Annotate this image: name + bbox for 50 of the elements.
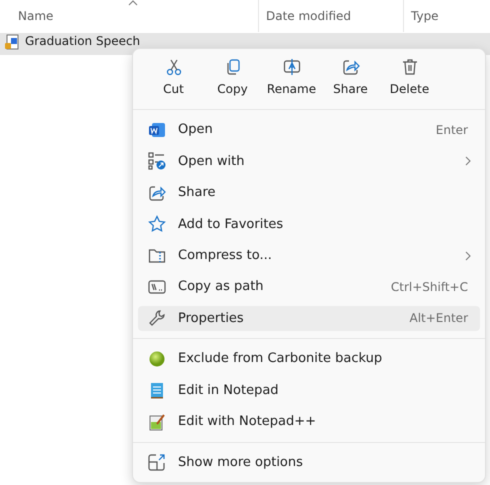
menu-item[interactable]: Add to Favorites xyxy=(138,211,480,237)
share-icon xyxy=(342,58,360,76)
menu-item-label: Edit in Notepad xyxy=(178,382,280,398)
menu-item-label: Show more options xyxy=(178,454,304,470)
path-icon xyxy=(148,278,166,296)
toolbar-button[interactable]: Share xyxy=(321,54,380,104)
word-document-icon xyxy=(148,120,166,139)
share-icon xyxy=(148,184,166,202)
menu-item[interactable]: Open Enter xyxy=(138,116,480,142)
menu-item[interactable]: Open with xyxy=(138,148,480,174)
delete-icon xyxy=(400,58,418,76)
menu-item[interactable]: Compress to... xyxy=(138,242,480,268)
open-with-icon xyxy=(148,152,166,170)
file-name: Graduation Speech xyxy=(25,34,140,48)
column-header[interactable]: Type xyxy=(403,0,490,32)
shortcut-text: Ctrl+Shift+C xyxy=(390,280,468,294)
menu-item[interactable]: Share xyxy=(138,180,480,206)
column-header[interactable]: Name xyxy=(0,0,258,32)
menu-item[interactable]: Exclude from Carbonite backup xyxy=(138,346,480,372)
menu-item-label: Exclude from Carbonite backup xyxy=(178,351,384,366)
toolbar-button[interactable]: Rename xyxy=(262,54,321,104)
menu-item[interactable]: Copy as path Ctrl+Shift+C xyxy=(138,274,480,300)
notepad-icon xyxy=(148,381,166,400)
menu-item[interactable]: Properties Alt+Enter xyxy=(138,306,480,332)
menu-item-label: Share xyxy=(178,185,217,200)
show-more-icon xyxy=(148,453,166,472)
column-header[interactable]: Date modified xyxy=(258,0,403,32)
toolbar-button[interactable]: Cut xyxy=(144,54,203,104)
menu-item-label: Open xyxy=(178,122,214,138)
star-icon xyxy=(148,215,166,234)
menu-item[interactable]: Edit with Notepad++ xyxy=(138,409,480,435)
wrench-icon xyxy=(148,309,166,328)
menu-item[interactable]: Edit in Notepad xyxy=(138,378,480,404)
toolbar-button[interactable]: Delete xyxy=(380,54,439,104)
menu-item-label: Edit with Notepad++ xyxy=(178,414,318,430)
menu-item-label: Open with xyxy=(178,154,246,169)
menu-item-label: Add to Favorites xyxy=(178,216,284,232)
menu-item-label: Properties xyxy=(178,310,245,326)
document-icon xyxy=(4,34,20,50)
rename-icon xyxy=(282,58,300,76)
scissors-icon xyxy=(164,58,182,76)
menu-item-label: Copy as path xyxy=(178,279,265,294)
menu-item[interactable]: Show more options xyxy=(138,450,480,476)
notepad-plus-icon xyxy=(148,412,166,431)
sphere-icon xyxy=(148,350,166,368)
shortcut-text: Alt+Enter xyxy=(409,311,468,326)
shortcut-text: Enter xyxy=(436,122,468,137)
zip-folder-icon xyxy=(148,246,166,265)
toolbar-button[interactable]: Copy xyxy=(203,54,262,104)
menu-item-label: Compress to... xyxy=(178,248,273,264)
